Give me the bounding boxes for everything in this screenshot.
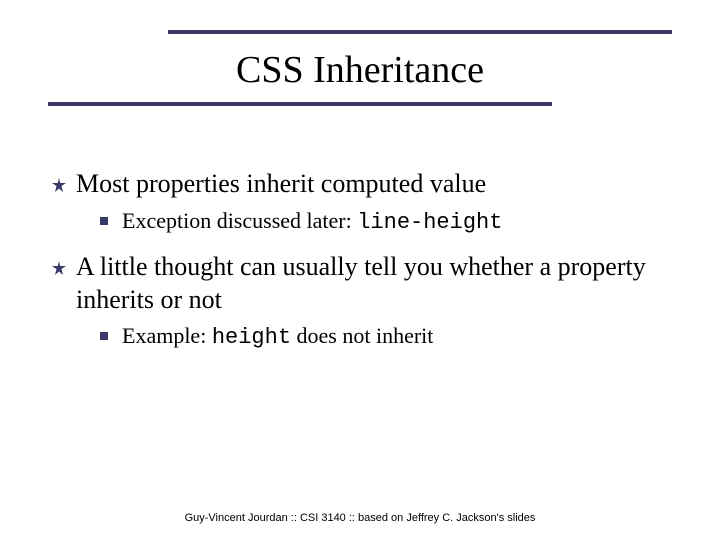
content-area: Most properties inherit computed value E… (48, 146, 672, 353)
title-rule-top (168, 30, 672, 34)
bullet-level2: Exception discussed later: line-height (100, 207, 672, 238)
square-icon (100, 217, 108, 225)
bullet-sub-prefix: Exception discussed later: (122, 208, 357, 233)
title-block: CSS Inheritance (48, 30, 672, 106)
bullet-level2: Example: height does not inherit (100, 322, 672, 353)
slide-title: CSS Inheritance (48, 30, 672, 106)
bullet-sub-code: height (212, 325, 291, 350)
square-icon (100, 332, 108, 340)
bullet-sub-suffix: does not inherit (291, 323, 433, 348)
slide: CSS Inheritance Most properties inherit … (0, 0, 720, 540)
bullet-level1: Most properties inherit computed value (52, 168, 672, 201)
bullet-text: Most properties inherit computed value (76, 169, 486, 198)
title-rule-bottom (48, 102, 552, 106)
bullet-level1: A little thought can usually tell you wh… (52, 251, 672, 316)
bullet-text: A little thought can usually tell you wh… (76, 252, 646, 314)
bullet-sub-prefix: Example: (122, 323, 212, 348)
footer-text: Guy-Vincent Jourdan :: CSI 3140 :: based… (0, 512, 720, 524)
star-icon (52, 178, 66, 192)
bullet-sub-code: line-height (357, 210, 502, 235)
star-icon (52, 261, 66, 275)
